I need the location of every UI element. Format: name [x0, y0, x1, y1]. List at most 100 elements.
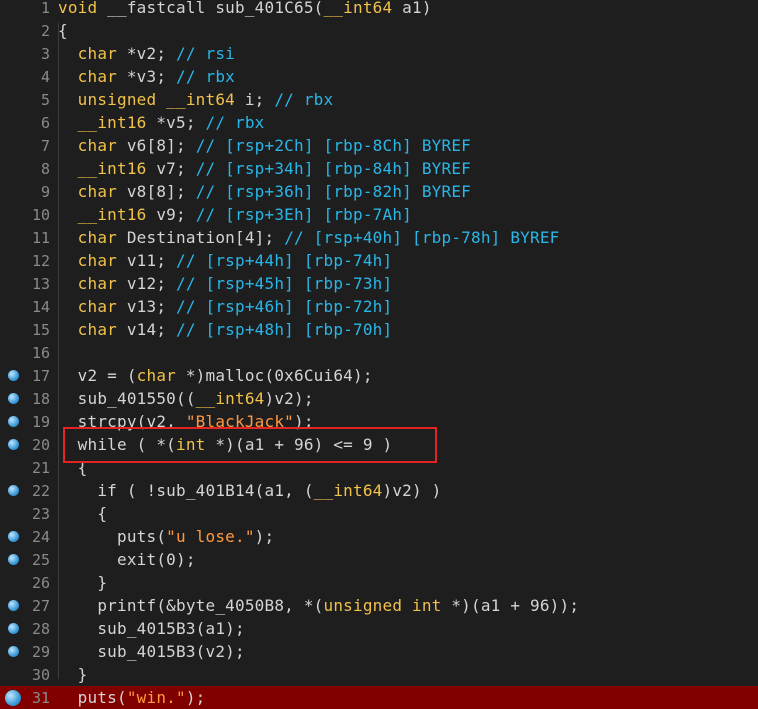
line-number[interactable]: 5: [0, 91, 54, 109]
code-line[interactable]: 1 void __fastcall sub_401C65(__int64 a1): [0, 0, 758, 19]
line-number[interactable]: 31: [0, 689, 54, 707]
line-number[interactable]: 29: [0, 643, 54, 661]
line-number[interactable]: 6: [0, 114, 54, 132]
line-number[interactable]: 19: [0, 413, 54, 431]
code-text[interactable]: char v13; // [rsp+46h] [rbp-72h]: [54, 297, 392, 316]
line-number[interactable]: 28: [0, 620, 54, 638]
code-line[interactable]: 22 if ( !sub_401B14(a1, (__int64)v2) ): [0, 479, 758, 502]
code-text[interactable]: char *v2; // rsi: [54, 44, 235, 63]
line-number[interactable]: 7: [0, 137, 54, 155]
code-line[interactable]: 29 sub_4015B3(v2);: [0, 640, 758, 663]
code-line[interactable]: 26 }: [0, 571, 758, 594]
code-text[interactable]: {: [54, 21, 68, 40]
line-number[interactable]: 22: [0, 482, 54, 500]
code-text[interactable]: sub_4015B3(a1);: [54, 619, 245, 638]
breakpoint-dot-icon[interactable]: [8, 645, 19, 657]
breakpoint-dot-icon[interactable]: [8, 484, 19, 496]
code-line[interactable]: 2{: [0, 19, 758, 42]
line-number[interactable]: 21: [0, 459, 54, 477]
code-line[interactable]: 10 __int16 v9; // [rsp+3Eh] [rbp-7Ah]: [0, 203, 758, 226]
code-line[interactable]: 28 sub_4015B3(a1);: [0, 617, 758, 640]
code-line[interactable]: 18 sub_401550((__int64)v2);: [0, 387, 758, 410]
code-text[interactable]: exit(0);: [54, 550, 196, 569]
line-number[interactable]: 14: [0, 298, 54, 316]
line-number[interactable]: 4: [0, 68, 54, 86]
code-text[interactable]: char v12; // [rsp+45h] [rbp-73h]: [54, 274, 392, 293]
breakpoint-dot-icon[interactable]: [8, 622, 19, 634]
code-line[interactable]: 8 __int16 v7; // [rsp+34h] [rbp-84h] BYR…: [0, 157, 758, 180]
line-number[interactable]: 17: [0, 367, 54, 385]
line-number[interactable]: 18: [0, 390, 54, 408]
line-number[interactable]: 9: [0, 183, 54, 201]
code-line[interactable]: 25 exit(0);: [0, 548, 758, 571]
code-line[interactable]: 12 char v11; // [rsp+44h] [rbp-74h]: [0, 249, 758, 272]
code-text[interactable]: char v6[8]; // [rsp+2Ch] [rbp-8Ch] BYREF: [54, 136, 471, 155]
breakpoint-dot-icon[interactable]: [8, 599, 19, 611]
line-number[interactable]: 25: [0, 551, 54, 569]
code-text[interactable]: __int16 v7; // [rsp+34h] [rbp-84h] BYREF: [54, 159, 471, 178]
code-line[interactable]: 6 __int16 *v5; // rbx: [0, 111, 758, 134]
breakpoint-dot-icon[interactable]: [8, 415, 19, 427]
line-number[interactable]: 10: [0, 206, 54, 224]
code-text[interactable]: void __fastcall sub_401C65(__int64 a1): [54, 0, 432, 17]
breakpoint-dot-icon[interactable]: [8, 553, 19, 565]
code-line[interactable]: 24 puts("u lose.");: [0, 525, 758, 548]
code-text[interactable]: __int16 *v5; // rbx: [54, 113, 265, 132]
code-text[interactable]: char v14; // [rsp+48h] [rbp-70h]: [54, 320, 392, 339]
code-text[interactable]: puts("u lose.");: [54, 527, 274, 546]
line-number[interactable]: 11: [0, 229, 54, 247]
code-line[interactable]: 16: [0, 341, 758, 364]
line-number[interactable]: 27: [0, 597, 54, 615]
code-token: char: [77, 274, 118, 293]
code-line[interactable]: 17 v2 = (char *)malloc(0x6Cui64);: [0, 364, 758, 387]
breakpoint-dot-icon[interactable]: [5, 689, 21, 706]
line-number[interactable]: 24: [0, 528, 54, 546]
code-text[interactable]: sub_4015B3(v2);: [54, 642, 245, 661]
breakpoint-dot-icon[interactable]: [8, 369, 19, 381]
line-number[interactable]: 15: [0, 321, 54, 339]
code-text[interactable]: printf(&byte_4050B8, *(unsigned int *)(a…: [54, 596, 579, 615]
code-line[interactable]: 23 {: [0, 502, 758, 525]
code-text[interactable]: char v8[8]; // [rsp+36h] [rbp-82h] BYREF: [54, 182, 471, 201]
pseudocode-view[interactable]: 1 void __fastcall sub_401C65(__int64 a1) 2…: [0, 0, 758, 709]
code-text[interactable]: char Destination[4]; // [rsp+40h] [rbp-7…: [54, 228, 560, 247]
code-text[interactable]: if ( !sub_401B14(a1, (__int64)v2) ): [54, 481, 442, 500]
code-line[interactable]: 14 char v13; // [rsp+46h] [rbp-72h]: [0, 295, 758, 318]
line-number[interactable]: 1: [0, 0, 54, 17]
code-text[interactable]: __int16 v9; // [rsp+3Eh] [rbp-7Ah]: [54, 205, 412, 224]
line-number[interactable]: 13: [0, 275, 54, 293]
code-text[interactable]: puts("win.");: [54, 688, 206, 707]
code-line[interactable]: 13 char v12; // [rsp+45h] [rbp-73h]: [0, 272, 758, 295]
code-text[interactable]: unsigned __int64 i; // rbx: [54, 90, 333, 109]
line-number[interactable]: 12: [0, 252, 54, 270]
code-token: );: [254, 527, 275, 546]
code-text[interactable]: char v11; // [rsp+44h] [rbp-74h]: [54, 251, 392, 270]
code-line[interactable]: 4 char *v3; // rbx: [0, 65, 758, 88]
code-text[interactable]: }: [54, 665, 88, 684]
line-number[interactable]: 23: [0, 505, 54, 523]
code-line[interactable]: 3 char *v2; // rsi: [0, 42, 758, 65]
line-number[interactable]: 16: [0, 344, 54, 362]
line-number[interactable]: 20: [0, 436, 54, 454]
breakpoint-dot-icon[interactable]: [8, 392, 19, 404]
code-line[interactable]: 31 puts("win.");: [0, 686, 758, 709]
code-line[interactable]: 27 printf(&byte_4050B8, *(unsigned int *…: [0, 594, 758, 617]
code-line[interactable]: 30 }: [0, 663, 758, 686]
line-number[interactable]: 30: [0, 666, 54, 684]
code-line[interactable]: 11 char Destination[4]; // [rsp+40h] [rb…: [0, 226, 758, 249]
breakpoint-dot-icon[interactable]: [8, 530, 19, 542]
line-number[interactable]: 26: [0, 574, 54, 592]
code-line[interactable]: 9 char v8[8]; // [rsp+36h] [rbp-82h] BYR…: [0, 180, 758, 203]
code-line[interactable]: 7 char v6[8]; // [rsp+2Ch] [rbp-8Ch] BYR…: [0, 134, 758, 157]
line-number[interactable]: 3: [0, 45, 54, 63]
code-line[interactable]: 15 char v14; // [rsp+48h] [rbp-70h]: [0, 318, 758, 341]
code-text[interactable]: char *v3; // rbx: [54, 67, 235, 86]
code-line[interactable]: 5 unsigned __int64 i; // rbx: [0, 88, 758, 111]
code-text[interactable]: v2 = (char *)malloc(0x6Cui64);: [54, 366, 373, 385]
code-text[interactable]: {: [54, 504, 107, 523]
code-text[interactable]: sub_401550((__int64)v2);: [54, 389, 314, 408]
line-number[interactable]: 8: [0, 160, 54, 178]
breakpoint-dot-icon[interactable]: [8, 438, 19, 450]
line-number[interactable]: 2: [0, 22, 54, 40]
code-text[interactable]: }: [54, 573, 107, 592]
